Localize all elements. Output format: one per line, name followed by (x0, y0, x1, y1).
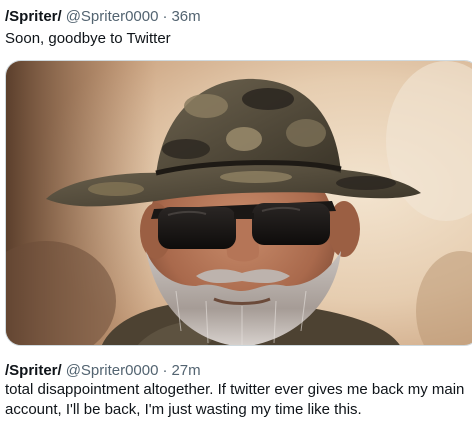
user-handle[interactable]: @Spriter0000 (66, 362, 159, 379)
tweet-text: total disappointment altogether. If twit… (5, 381, 465, 418)
display-name[interactable]: /Spriter/ (5, 362, 62, 379)
display-name[interactable]: /Spriter/ (5, 8, 62, 25)
tweet-text: Soon, goodbye to Twitter (5, 30, 171, 47)
separator-dot: · (162, 362, 168, 379)
separator-dot: · (162, 8, 168, 25)
tweet[interactable]: /Spriter/@Spriter0000 · 27m total disappoi… (0, 356, 472, 436)
timestamp[interactable]: 36m (171, 8, 200, 25)
timestamp[interactable]: 27m (171, 362, 200, 379)
photo-image (6, 61, 472, 345)
tweet-photo[interactable] (5, 60, 472, 346)
tweet-header: /Spriter/@Spriter0000 · 36m (5, 8, 201, 26)
user-handle[interactable]: @Spriter0000 (66, 8, 159, 25)
tweet-header: /Spriter/@Spriter0000 · 27m (5, 362, 201, 380)
tweet[interactable]: /Spriter/@Spriter0000 · 36m Soon, goodbye … (0, 0, 472, 356)
